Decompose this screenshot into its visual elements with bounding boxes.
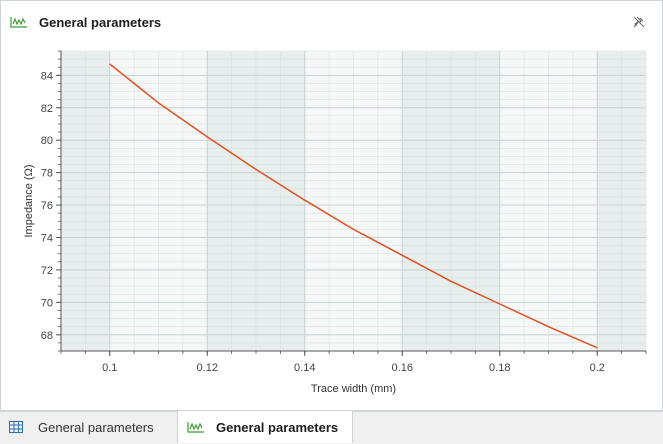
- panel-header: General parameters: [1, 1, 662, 43]
- y-tick-label: 72: [41, 265, 53, 277]
- tab-general-parameters-chart[interactable]: General parameters: [177, 411, 353, 443]
- y-tick-label: 76: [41, 200, 53, 212]
- y-tick-label: 68: [41, 330, 53, 342]
- x-tick-label: 0.12: [197, 362, 218, 374]
- tab-general-parameters-table[interactable]: General parameters: [0, 412, 176, 443]
- x-tick-label: 0.14: [294, 362, 315, 374]
- panel-title: General parameters: [39, 15, 162, 30]
- x-tick-label: 0.18: [489, 362, 510, 374]
- y-tick-label: 80: [41, 135, 53, 147]
- line-chart-icon: [187, 421, 205, 436]
- y-tick-label: 74: [41, 232, 53, 244]
- chart-panel: General parameters 68 70 72 74 76 78 80 82 84 0.1…: [0, 0, 663, 411]
- tab-label: General parameters: [216, 420, 339, 435]
- y-tick-label: 82: [41, 103, 53, 115]
- line-chart-icon: [10, 15, 28, 33]
- x-tick-label: 0.1: [102, 362, 117, 374]
- tab-label: General parameters: [38, 420, 154, 435]
- x-tick-label: 0.16: [392, 362, 413, 374]
- impedance-chart: 68 70 72 74 76 78 80 82 84 0.1 0.12 0.14 0.16 0.18 0.2…: [23, 50, 647, 395]
- unpin-icon[interactable]: [633, 15, 645, 33]
- y-tick-label: 78: [41, 168, 53, 180]
- table-icon: [9, 421, 23, 436]
- x-axis-title: Trace width (mm): [311, 383, 396, 395]
- y-tick-label: 70: [41, 297, 53, 309]
- bottom-tab-bar: General parameters General parameters: [0, 411, 663, 444]
- y-axis-title: Impedance (Ω): [23, 164, 35, 237]
- x-tick-label: 0.2: [590, 362, 605, 374]
- y-tick-label: 84: [41, 70, 53, 82]
